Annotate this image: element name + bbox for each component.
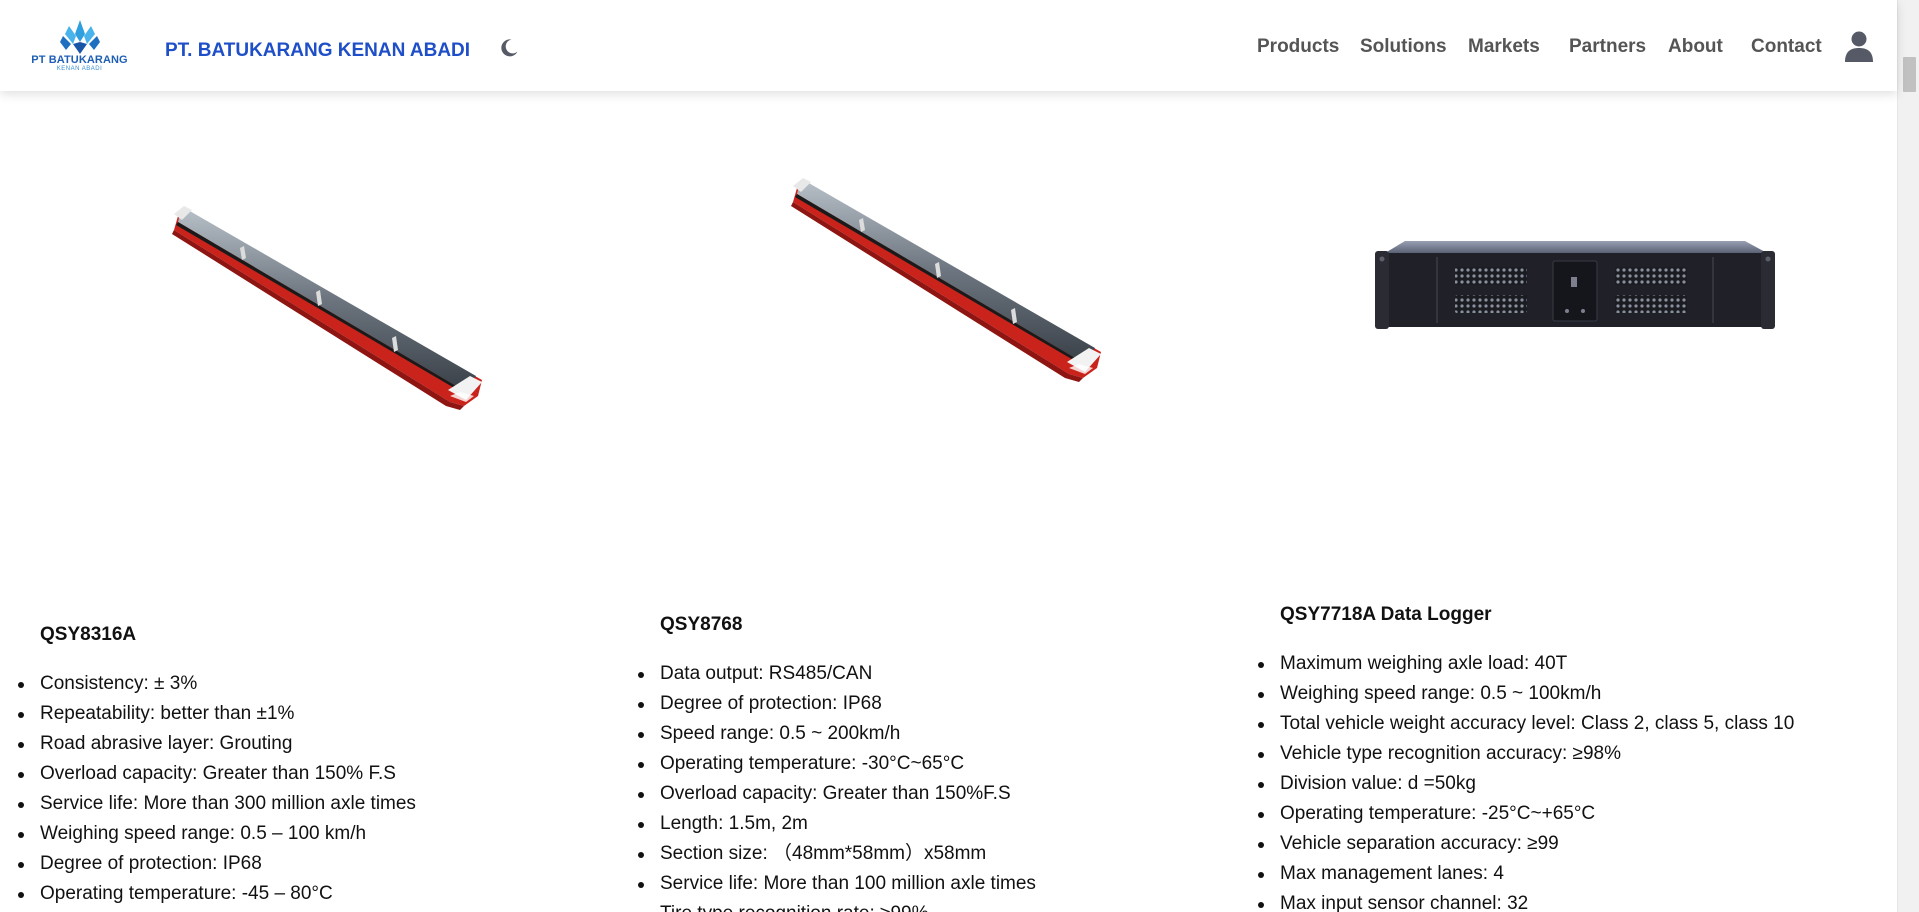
spec-item: Repeatability: better than ±1% <box>18 699 416 729</box>
spec-item: Operating temperature: -25°C~+65°C <box>1257 799 1794 829</box>
product-spec-list: Maximum weighing axle load: 40T Weighing… <box>1257 649 1794 912</box>
spec-item: Overload capacity: Greater than 150% F.S <box>18 759 416 789</box>
product-title: QSY8316A <box>40 624 137 645</box>
data-logger-image <box>1375 241 1775 329</box>
spec-item: Tire type recognition rate: ≥99% <box>660 899 1036 912</box>
strip-sensor-image <box>172 206 482 410</box>
spec-item: Consistency: ± 3% <box>18 669 416 699</box>
page-scrollbar[interactable] <box>1897 0 1919 912</box>
user-icon <box>1845 31 1873 62</box>
page: PT BATUKARANG KENAN ABADI PT. BATUKARANG… <box>0 0 1919 912</box>
nav-partners[interactable]: Partners <box>1569 36 1646 58</box>
spec-item: Total vehicle weight accuracy level: Cla… <box>1257 709 1794 739</box>
user-account-button[interactable] <box>1845 30 1873 62</box>
spec-item: Service life: More than 300 million axle… <box>18 789 416 819</box>
spec-item: Division value: d =50kg <box>1257 769 1794 799</box>
product-title: QSY7718A Data Logger <box>1280 604 1492 625</box>
spec-item: Vehicle type recognition accuracy: ≥98% <box>1257 739 1794 769</box>
product-title: QSY8768 <box>660 614 743 635</box>
strip-sensor-image <box>791 178 1101 382</box>
spec-item: Operating temperature: -30°C~65°C <box>638 749 1036 779</box>
nav-solutions[interactable]: Solutions <box>1360 36 1447 58</box>
spec-item: Speed range: 0.5 ~ 200km/h <box>638 719 1036 749</box>
product-spec-list: Consistency: ± 3% Repeatability: better … <box>18 669 416 909</box>
logo-subtext: KENAN ABADI <box>56 66 103 72</box>
spec-item: Vehicle separation accuracy: ≥99 <box>1257 829 1794 859</box>
spec-item: Max management lanes: 4 <box>1257 859 1794 889</box>
spec-item: Service life: More than 100 million axle… <box>638 869 1036 899</box>
nav-about[interactable]: About <box>1668 36 1723 58</box>
spec-item: Maximum weighing axle load: 40T <box>1257 649 1794 679</box>
spec-item: Road abrasive layer: Grouting <box>18 729 416 759</box>
spec-item: Length: 1.5m, 2m <box>638 809 1036 839</box>
spec-item: Overload capacity: Greater than 150%F.S <box>638 779 1036 809</box>
spec-item: Weighing speed range: 0.5 ~ 100km/h <box>1257 679 1794 709</box>
spec-item: Section size: （48mm*58mm）x58mm <box>638 839 1036 869</box>
spec-item: Operating temperature: -45 – 80°C <box>18 879 416 909</box>
spec-item: Max input sensor channel: 32 <box>1257 889 1794 912</box>
nav-products[interactable]: Products <box>1257 36 1339 58</box>
spec-item: Degree of protection: IP68 <box>638 689 1036 719</box>
scrollbar-thumb[interactable] <box>1903 57 1916 92</box>
main-nav: Products Solutions Markets Partners Abou… <box>0 36 1897 62</box>
nav-markets[interactable]: Markets <box>1468 36 1540 58</box>
spec-item: Weighing speed range: 0.5 – 100 km/h <box>18 819 416 849</box>
nav-contact[interactable]: Contact <box>1751 36 1822 58</box>
product-spec-list: Data output: RS485/CAN Degree of protect… <box>638 659 1036 912</box>
spec-item: Degree of protection: IP68 <box>18 849 416 879</box>
top-navbar: PT BATUKARANG KENAN ABADI PT. BATUKARANG… <box>0 0 1897 91</box>
spec-item: Data output: RS485/CAN <box>638 659 1036 689</box>
